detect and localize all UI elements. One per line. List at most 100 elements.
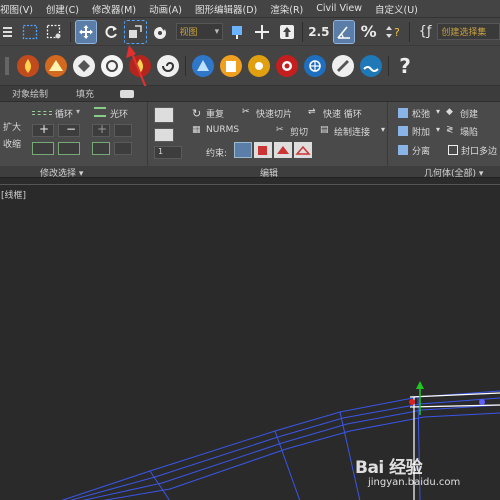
flame-orange-icon[interactable] (17, 54, 39, 77)
ring-button[interactable]: 光环 (110, 107, 128, 120)
relax-icon (398, 108, 408, 118)
shrink-ring-button[interactable] (114, 124, 132, 137)
edit-footer[interactable]: 编辑 (260, 166, 278, 179)
relax-dropdown-icon[interactable]: ▾ (436, 107, 440, 116)
tab-populate[interactable]: 填充 (58, 87, 104, 100)
select-by-name-icon[interactable] (2, 21, 15, 43)
paint-icon[interactable] (332, 54, 354, 77)
menu-civil-view[interactable]: Civil View (312, 3, 371, 14)
tab-object-paint[interactable]: 对象绘制 (0, 87, 58, 100)
menu-create[interactable]: 创建(C) (42, 2, 88, 16)
loop-button[interactable]: 循环 (55, 107, 73, 120)
toolbar-separator (302, 21, 304, 42)
select-and-place-icon[interactable] (150, 21, 171, 43)
attach-button[interactable]: 附加 (412, 125, 430, 138)
cut-icon: ✂ (276, 125, 284, 135)
paint-connect-dropdown-icon[interactable]: ▾ (381, 125, 385, 134)
viewport-perspective[interactable]: [线框] Bai 经验 jingyan.baidu.com (0, 184, 500, 500)
select-manipulate-icon[interactable] (252, 21, 273, 43)
plus-icon: + (97, 122, 108, 136)
menu-modifiers[interactable]: 修改器(M) (88, 2, 145, 16)
collapse-button[interactable]: 塌陷 (460, 125, 478, 138)
paint-connect-icon: ▤ (320, 125, 329, 135)
constrain-face-button[interactable] (274, 142, 292, 158)
reference-coordinate-dropdown[interactable]: 视图 ▾ (175, 23, 224, 40)
tweak-button[interactable] (154, 128, 174, 142)
percent-snap-toggle-icon[interactable]: % (358, 21, 379, 43)
plus-icon: + (39, 122, 50, 136)
wireframe-mesh (61, 381, 500, 500)
render-setup-icon[interactable] (73, 54, 95, 77)
select-and-rotate-icon[interactable] (100, 21, 121, 43)
water-icon[interactable] (360, 54, 382, 77)
quick-loop-icon: ⇌ (308, 107, 316, 117)
named-selection-set-dropdown[interactable]: 创建选择集 (437, 23, 500, 40)
detach-button[interactable]: 分离 (412, 144, 430, 157)
snaps-toggle-label: 2.5 (308, 24, 330, 39)
constrain-normal-button[interactable] (294, 142, 312, 158)
use-pivot-point-center-icon[interactable] (227, 21, 248, 43)
material-blue-icon[interactable] (192, 54, 214, 77)
loop-dropdown-icon[interactable]: ▾ (76, 107, 80, 116)
nurms-button[interactable]: NURMS (206, 125, 239, 135)
cut-button[interactable]: 剪切 (290, 125, 308, 138)
menu-graph-editors[interactable]: 图形编辑器(D) (191, 2, 266, 16)
keyboard-shortcut-override-icon[interactable] (277, 21, 298, 43)
paint-connect-button[interactable]: 绘制连接 (334, 125, 370, 138)
globe-blue-icon[interactable] (304, 54, 326, 77)
quick-loop-button[interactable]: 快速 循环 (323, 107, 362, 120)
nurms-icon: ▦ (192, 125, 201, 135)
svg-text:?: ? (394, 26, 400, 39)
toolbar-separator (388, 55, 389, 76)
main-toolbar: 视图 ▾ 2.5 % ? {ƒ 创建选择集 (0, 18, 500, 46)
relax-button[interactable]: 松弛 (412, 107, 430, 120)
select-and-move-icon[interactable] (74, 19, 98, 44)
shrink-loop-button[interactable]: − (58, 122, 80, 137)
loop-mode-button[interactable] (32, 142, 54, 155)
create-button[interactable]: 创建 (460, 107, 478, 120)
modify-selection-footer[interactable]: 修改选择 ▾ (40, 166, 83, 179)
expand-button[interactable]: 扩大 (3, 120, 21, 133)
rect-selection-region-icon[interactable] (19, 21, 40, 43)
loop-mode-alt-button[interactable] (58, 142, 80, 155)
toolbar-separator (185, 55, 186, 76)
rendered-frame-icon[interactable] (101, 54, 123, 77)
ribbon-options-icon[interactable] (120, 89, 135, 98)
menu-view[interactable]: 视图(V) (0, 2, 42, 16)
target-red-icon[interactable] (276, 54, 298, 77)
constrain-none-button[interactable] (234, 142, 252, 158)
flame-burst-icon[interactable] (45, 54, 67, 77)
flame-red-icon[interactable] (129, 54, 151, 77)
modify-selection-panel: 扩大 收缩 循环 ▾ + − 光环 + (0, 102, 148, 166)
cup-icon[interactable] (220, 54, 242, 77)
ring-mode-alt-button[interactable] (114, 142, 132, 155)
menu-animation[interactable]: 动画(A) (145, 2, 191, 16)
ribbon-tabs: 对象绘制 填充 (0, 86, 500, 102)
watermark-logo: Bai 经验 (355, 453, 423, 478)
menu-rendering[interactable]: 渲染(R) (266, 2, 312, 16)
preserve-uvs-button[interactable] (154, 107, 174, 123)
hand-gold-icon[interactable] (248, 54, 270, 77)
watermark-brand: Bai 经验 (355, 458, 423, 478)
angle-snap-toggle-icon[interactable] (332, 19, 356, 44)
spinner-field[interactable]: 1 (154, 146, 182, 159)
window-crossing-icon[interactable] (44, 21, 65, 43)
select-and-scale-icon[interactable] (124, 19, 147, 44)
edit-named-selection-icon[interactable]: {ƒ (415, 21, 436, 43)
shrink-button[interactable]: 收缩 (3, 137, 21, 150)
attach-dropdown-icon[interactable]: ▾ (436, 125, 440, 134)
spiral-icon[interactable] (157, 54, 179, 77)
ring-mode-button[interactable] (92, 142, 110, 155)
quick-slice-button[interactable]: 快速切片 (256, 107, 292, 120)
snaps-toggle-icon[interactable]: 2.5 (308, 21, 329, 43)
geometry-all-footer[interactable]: 几何体(全部) ▾ (424, 166, 483, 179)
grow-loop-button[interactable]: + (32, 122, 54, 137)
menu-customize[interactable]: 自定义(U) (371, 2, 427, 16)
edit-panel: 1 ↻ 重复 ✂ 快速切片 ⇌ 快速 循环 ▦ NURMS ✂ 剪切 ▤ 绘制连… (148, 102, 388, 166)
constrain-edge-button[interactable] (254, 142, 272, 158)
help-question-icon[interactable]: ? (394, 54, 416, 78)
cap-poly-button[interactable]: 封口多边 (461, 144, 497, 157)
repeat-button[interactable]: 重复 (206, 107, 224, 120)
spinner-snap-toggle-icon[interactable]: ? (383, 21, 404, 43)
grow-ring-button[interactable]: + (92, 122, 110, 137)
